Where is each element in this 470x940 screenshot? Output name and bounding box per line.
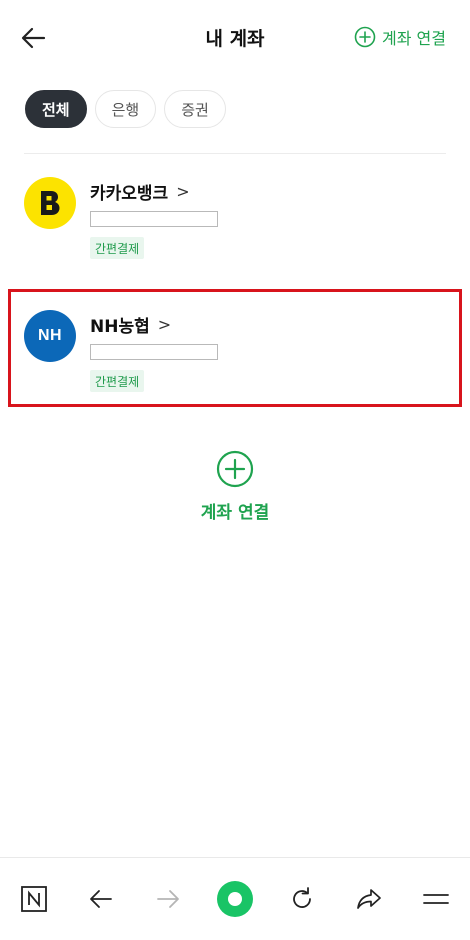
nav-back-button[interactable] [79, 877, 123, 921]
add-account-label: 계좌 연결 [200, 503, 270, 523]
filter-all[interactable]: 전체 [25, 90, 87, 128]
menu-button[interactable] [414, 877, 458, 921]
filter-bank[interactable]: 은행 [94, 90, 157, 128]
forward-arrow-icon [156, 890, 179, 908]
add-account-button[interactable]: 계좌 연결 [0, 450, 470, 523]
share-icon [357, 889, 382, 909]
connect-account-label: 계좌 연결 [382, 29, 446, 48]
filter-securities[interactable]: 증권 [164, 90, 226, 128]
divider [24, 153, 446, 154]
refresh-button[interactable] [280, 877, 324, 921]
refresh-icon [293, 887, 312, 908]
green-dot-button[interactable] [213, 877, 257, 921]
plus-circle-icon [354, 26, 376, 48]
menu-icon [423, 894, 450, 904]
kakaobank-logo [24, 177, 76, 229]
account-number-field [90, 211, 218, 227]
back-arrow-icon [89, 890, 112, 908]
account-name-text: 카카오뱅크 [90, 184, 169, 204]
account-name[interactable]: 카카오뱅크 > [90, 179, 190, 204]
highlight-box [8, 289, 462, 407]
filter-chips: 전체 은행 증권 [25, 90, 226, 128]
easy-pay-badge: 간편결제 [90, 237, 145, 259]
share-button[interactable] [347, 877, 391, 921]
naver-home-button[interactable] [12, 877, 56, 921]
connect-account-link[interactable]: 계좌 연결 [354, 25, 446, 49]
kakaobank-b-icon [41, 191, 60, 215]
account-item-kakaobank[interactable]: 카카오뱅크 > 간편결제 [24, 177, 444, 277]
plus-circle-icon [216, 450, 254, 488]
chevron-right-icon: > [176, 182, 190, 201]
header: 내 계좌 계좌 연결 [0, 0, 470, 76]
browser-bottom-bar [0, 857, 470, 940]
green-dot-icon [216, 881, 253, 917]
naver-home-icon [20, 886, 47, 912]
nav-forward-button[interactable] [146, 877, 190, 921]
